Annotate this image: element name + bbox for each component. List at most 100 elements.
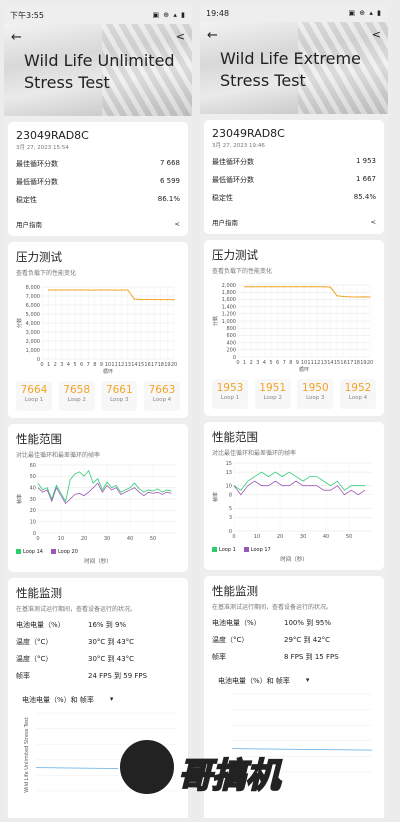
y-tick-label: 600 [226,333,236,339]
stress-test-subtitle: 查看负载下的性能变化 [212,268,273,275]
x-tick-label: 9 [296,360,299,366]
x-tick-label: 17 [347,360,353,366]
status-bar: 下午3:55 ▣ ⊕ ▴ ▮ [4,6,192,24]
loop-card: 1953 Loop 1 [212,379,248,409]
data-point [316,286,318,288]
stress-test-title: 压力测试 [212,248,258,262]
range-chart: 01020304050600 10 20 30 40 50帧率 [16,463,176,542]
y-tick-label: 10 [226,483,232,489]
y-tick-label: 1,600 [222,297,236,303]
loop-label: Loop 1 [24,397,44,403]
data-point [277,286,279,288]
y-tick-label: 800 [226,326,236,332]
watermark-logo: 哥搞机 [118,738,398,818]
data-point [257,286,259,288]
data-point [147,298,149,301]
back-arrow-icon[interactable]: ← [11,30,22,45]
x-tick-label: 0 [236,360,239,366]
y-tick-label: 6,000 [26,303,40,309]
x-tick-label: 19 [360,360,366,366]
loop-scores: 1953 Loop 1 1951 Loop 2 1950 Loop 3 1952 Loo… [212,379,376,409]
share-icon[interactable]: < [175,220,180,228]
y-tick-label: 1,000 [222,319,236,325]
data-point [263,286,265,288]
x-tick-label: 15 [334,360,340,366]
x-tick-label: 8 [289,360,292,366]
stress-test-subtitle: 查看负载下的性能变化 [16,270,77,277]
y-tick-label: 30 [30,497,36,503]
worst-score-row: 最低循环分数 1 667 [212,175,376,185]
data-point [48,289,50,291]
monitoring-subtitle: 在基准测试运行期间，查看设备运行的状况。 [16,606,137,613]
loop-card: 1951 Loop 2 [254,379,291,409]
metric-dropdown[interactable]: 电池电量（%）和 帧率 ▾ [212,676,376,686]
user-guide-link[interactable]: 用户指南 [212,217,238,227]
data-point [153,298,155,301]
y-tick-label: 10 [30,519,36,525]
stability-value: 85.4% [353,193,376,201]
x-tick-label: 18 [158,362,164,368]
x-tick-label: 2 [250,360,253,366]
monitor-row: 温度（°C） 30°C 到 43°C [16,638,135,646]
share-icon[interactable]: < [371,218,376,226]
data-point [166,299,168,301]
data-point [54,289,56,291]
y-tick-label: 4,000 [26,321,40,327]
x-tick-label: 0 [232,534,235,540]
stress-test-card: 压力测试 查看负载下的性能变化 0 1,000 2,000 3,000 4,000 5,0… [8,242,188,418]
title-line-1: Wild Life Extreme [220,49,361,68]
x-tick-label: 16 [144,362,150,368]
data-point [74,289,76,291]
x-tick-label: 50 [150,536,156,542]
data-point [120,289,122,291]
loop-card: 7663 Loop 4 [143,381,180,411]
worst-score-value: 1 667 [355,175,376,183]
share-icon[interactable]: < [372,28,381,41]
data-point [127,289,129,291]
metric-dropdown[interactable]: 电池电量（%）和 帧率 ▾ [16,695,180,705]
loop-score: 7661 [105,384,133,396]
loop-label: Loop 1 [220,395,240,401]
summary-card: 23049RAD8C 3月 27, 2023 19:46 最佳循环分数 1 953… [204,120,384,234]
best-score-value: 1 953 [355,157,376,165]
data-point [270,286,272,288]
y-tick-label: 200 [226,348,236,354]
x-tick-label: 19 [164,362,170,368]
user-guide-link[interactable]: 用户指南 [16,219,42,229]
title-line-1: Wild Life Unlimited [24,51,175,70]
x-tick-label: 0 [36,536,39,542]
data-point [173,299,175,301]
loop-label: Loop 2 [263,395,282,401]
title-line-2: Stress Test [24,73,110,92]
x-tick-label: 6 [80,362,83,368]
y-axis-label: 分数 [212,316,219,326]
x-tick-label: 12 [118,362,124,368]
data-point [67,289,69,291]
y-tick-label: 3,000 [26,330,40,336]
monitoring-title: 性能监测 [212,584,258,598]
data-point [140,298,142,301]
x-tick-label: 5 [269,360,272,366]
x-tick-label: 40 [127,536,133,542]
data-point [244,286,246,288]
loop-label: Loop 3 [110,397,129,403]
loop-score: 7658 [63,384,91,396]
back-arrow-icon[interactable]: ← [207,28,218,43]
user-guide-row[interactable]: 用户指南 < [16,219,180,229]
loop-score: 1950 [301,382,329,394]
range-chart: 03581013150 10 20 30 40 50帧率 [212,461,372,540]
data-point [61,289,63,291]
mascot-icon [118,738,176,796]
x-tick-label: 4 [67,362,70,368]
legend-item: Loop 1 [212,547,236,553]
range-title: 性能范围 [16,432,62,446]
user-guide-row[interactable]: 用户指南 < [212,217,376,227]
chevron-down-icon: ▾ [305,676,310,684]
watermark-text: 哥搞机 [177,755,281,797]
status-icons: ▣ ⊕ ▴ ▮ [152,11,186,19]
series-line [233,480,366,496]
loop-score: 7664 [20,384,48,396]
x-tick-label: 20 [277,534,283,540]
series-line [233,471,366,491]
share-icon[interactable]: < [176,30,185,43]
